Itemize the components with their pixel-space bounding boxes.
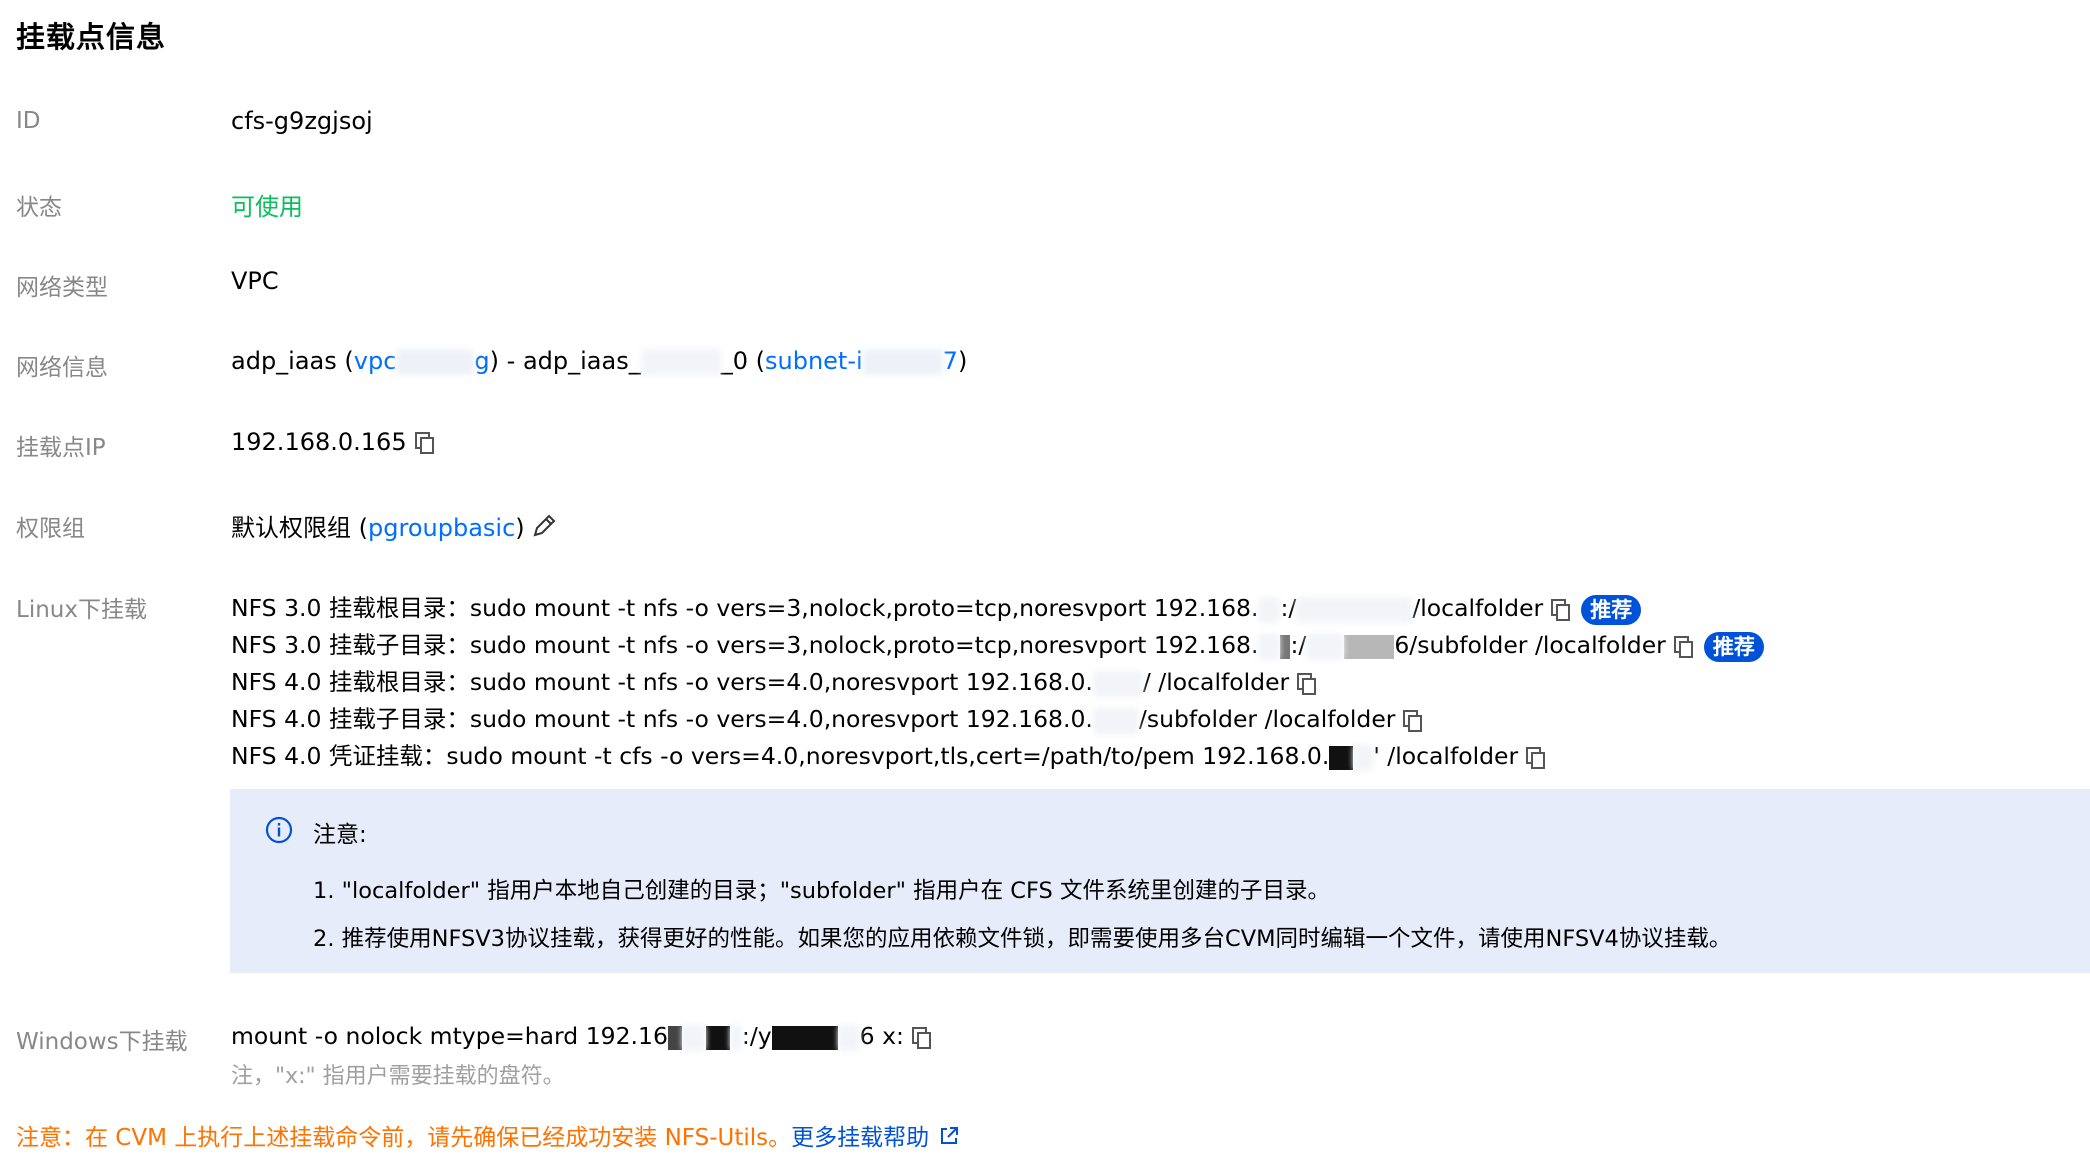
copy-icon[interactable] bbox=[1551, 598, 1571, 621]
copy-icon[interactable] bbox=[911, 1026, 932, 1049]
pgroup-link[interactable]: pgroupbasic bbox=[368, 514, 515, 542]
linux-cmd-nfs4-sub: NFS 4.0 挂载子目录：sudo mount -t nfs -o vers=… bbox=[231, 700, 1423, 734]
id-label: ID bbox=[16, 108, 41, 134]
id-value: cfs-g9zgjsoj bbox=[231, 107, 373, 135]
network-info-label: 网络信息 bbox=[16, 355, 108, 381]
linux-cmd-nfs4-cert: NFS 4.0 凭证挂载：sudo mount -t cfs -o vers=4… bbox=[231, 737, 1546, 771]
recommend-badge: 推荐 bbox=[1703, 631, 1764, 662]
more-help-link[interactable]: 更多挂载帮助 bbox=[791, 1125, 929, 1151]
windows-cmd: mount -o nolock mtype=hard 192.16:/y 6 x: bbox=[231, 1022, 932, 1051]
network-type-value: VPC bbox=[231, 267, 279, 295]
info-icon bbox=[264, 815, 294, 849]
copy-icon[interactable] bbox=[1297, 672, 1317, 695]
permission-group-label: 权限组 bbox=[16, 516, 85, 542]
windows-mount-label: Windows下挂载 bbox=[16, 1029, 188, 1055]
linux-mount-label: Linux下挂载 bbox=[16, 597, 147, 623]
linux-cmd-nfs3-root: NFS 3.0 挂载根目录：sudo mount -t nfs -o vers=… bbox=[231, 589, 1642, 625]
status-value: 可使用 bbox=[231, 193, 303, 221]
mount-ip-label: 挂载点IP bbox=[16, 435, 106, 461]
mount-ip-value: 192.168.0.165 bbox=[231, 428, 435, 456]
edit-pencil-icon[interactable] bbox=[531, 513, 557, 545]
vpc-name: adp_iaas bbox=[231, 347, 337, 375]
permission-group-value: 默认权限组 (pgroupbasic) bbox=[231, 508, 557, 545]
linux-cmd-nfs4-root: NFS 4.0 挂载根目录：sudo mount -t nfs -o vers=… bbox=[231, 663, 1317, 697]
subnet-link[interactable]: subnet-i 7 bbox=[765, 347, 958, 375]
install-warning: 注意：在 CVM 上执行上述挂载命令前，请先确保已经成功安装 NFS-Utils… bbox=[16, 1118, 959, 1152]
recommend-badge: 推荐 bbox=[1581, 594, 1642, 625]
copy-icon[interactable] bbox=[1526, 746, 1546, 769]
notice-box: 注意: 1. "localfolder" 指用户本地自己创建的目录；"subfo… bbox=[230, 789, 2090, 973]
network-info-value: adp_iaas (vpc g) - adp_iaas_ _0 (subnet-i 7… bbox=[231, 347, 968, 375]
network-type-label: 网络类型 bbox=[16, 275, 108, 301]
copy-icon[interactable] bbox=[414, 432, 435, 454]
notice-line-2: 2. 推荐使用NFSV3协议挂载，获得更好的性能。如果您的应用依赖文件锁，即需要… bbox=[313, 926, 1732, 952]
notice-line-1: 1. "localfolder" 指用户本地自己创建的目录；"subfolder… bbox=[313, 878, 1330, 904]
linux-cmd-nfs3-sub: NFS 3.0 挂载子目录：sudo mount -t nfs -o vers=… bbox=[231, 626, 1764, 662]
copy-icon[interactable] bbox=[1403, 709, 1423, 732]
vpc-link[interactable]: vpc g bbox=[354, 347, 490, 375]
page-title: 挂载点信息 bbox=[16, 20, 167, 54]
external-link-icon[interactable] bbox=[939, 1126, 959, 1152]
status-label: 状态 bbox=[16, 195, 62, 221]
notice-title: 注意: bbox=[313, 822, 367, 848]
windows-hint: 注，"x:" 指用户需要挂载的盘符。 bbox=[231, 1064, 565, 1089]
copy-icon[interactable] bbox=[1673, 635, 1694, 658]
